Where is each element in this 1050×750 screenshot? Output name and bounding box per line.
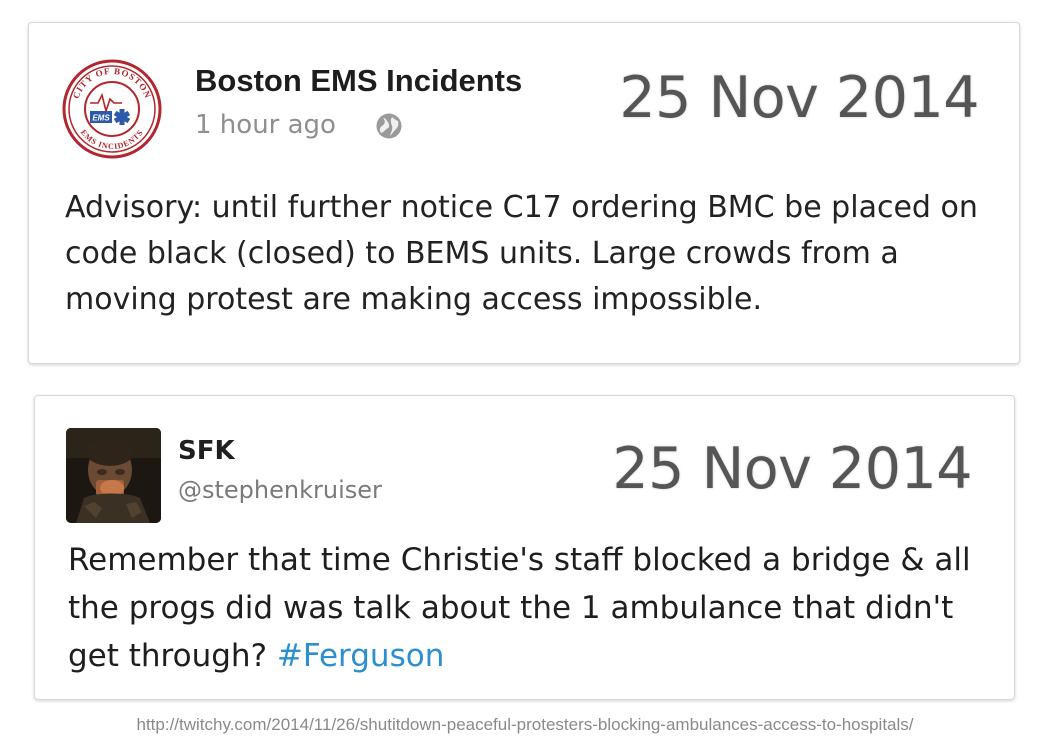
tweet-author-handle[interactable]: @stephenkruiser [178, 476, 382, 504]
post-body-text: Advisory: until further notice C17 order… [65, 190, 978, 317]
source-url-caption: http://twitchy.com/2014/11/26/shutitdown… [136, 715, 914, 734]
profile-photo-avatar[interactable] [66, 428, 161, 523]
date-overlay: 25 Nov 2014 [612, 436, 972, 502]
ems-seal-icon: CITY OF BOSTON EMS INCIDENTS EMS [62, 59, 162, 159]
tweet-body: Remember that time Christie's staff bloc… [68, 536, 998, 680]
seal-center-text: EMS [92, 114, 110, 123]
tweet-author-name[interactable]: SFK [178, 436, 235, 466]
profile-photo-icon [66, 428, 161, 523]
hashtag-link[interactable]: #Ferguson [277, 638, 444, 674]
post-author-name[interactable]: Boston EMS Incidents [195, 63, 522, 99]
tweet-body-text: Remember that time Christie's staff bloc… [68, 542, 971, 674]
facebook-post-card: CITY OF BOSTON EMS INCIDENTS EMS Boston … [28, 22, 1020, 364]
tweet-card: SFK @stephenkruiser 25 Nov 2014 Remember… [34, 395, 1015, 700]
boston-ems-seal-avatar[interactable]: CITY OF BOSTON EMS INCIDENTS EMS [62, 59, 162, 159]
date-overlay: 25 Nov 2014 [619, 65, 979, 131]
globe-icon [376, 113, 402, 139]
post-timestamp[interactable]: 1 hour ago [195, 110, 336, 140]
